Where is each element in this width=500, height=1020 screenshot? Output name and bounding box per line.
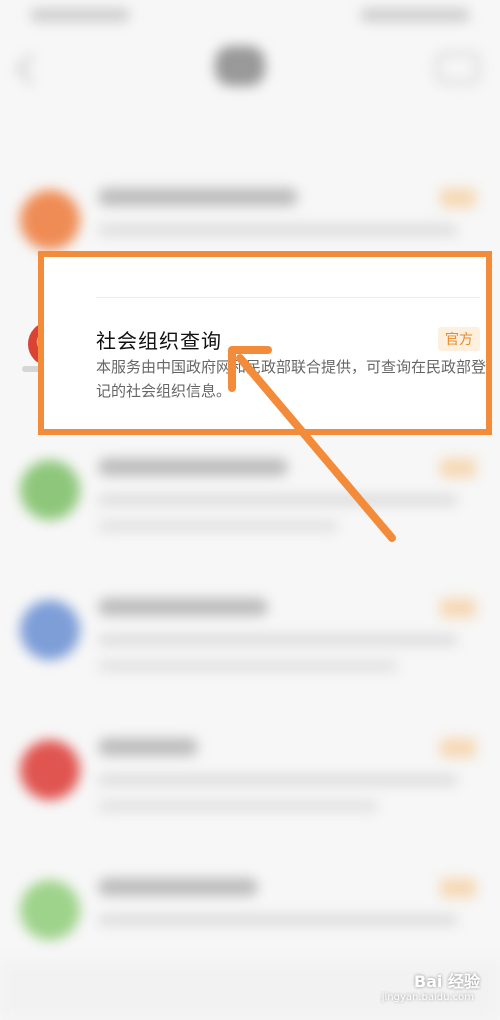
avatar (20, 740, 80, 800)
mini-program-icon (215, 46, 265, 86)
avatar (20, 190, 80, 250)
status-left (30, 8, 130, 22)
more-icon[interactable] (436, 52, 480, 84)
watermark-brand: Bai 经验 (413, 972, 480, 991)
social-organization-query-card[interactable]: 社会组织查询 官方 本服务由中国政府网和民政部联合提供，可查询在民政部登记的社会… (38, 251, 492, 435)
card-description: 本服务由中国政府网和民政部联合提供，可查询在民政部登记的社会组织信息。 (96, 358, 487, 400)
status-bar (0, 0, 500, 40)
status-right (360, 8, 470, 22)
list-item[interactable] (0, 720, 500, 850)
watermark-site: jingyan.baidu.com (381, 992, 474, 1003)
card-title: 社会组织查询 (96, 329, 222, 353)
divider (96, 297, 480, 298)
avatar (20, 460, 80, 520)
list-item[interactable] (0, 580, 500, 710)
avatar (20, 600, 80, 660)
official-badge: 官方 (438, 327, 480, 351)
back-icon[interactable] (15, 53, 47, 85)
header (0, 40, 500, 100)
avatar (20, 880, 80, 940)
list-item[interactable] (0, 440, 500, 570)
